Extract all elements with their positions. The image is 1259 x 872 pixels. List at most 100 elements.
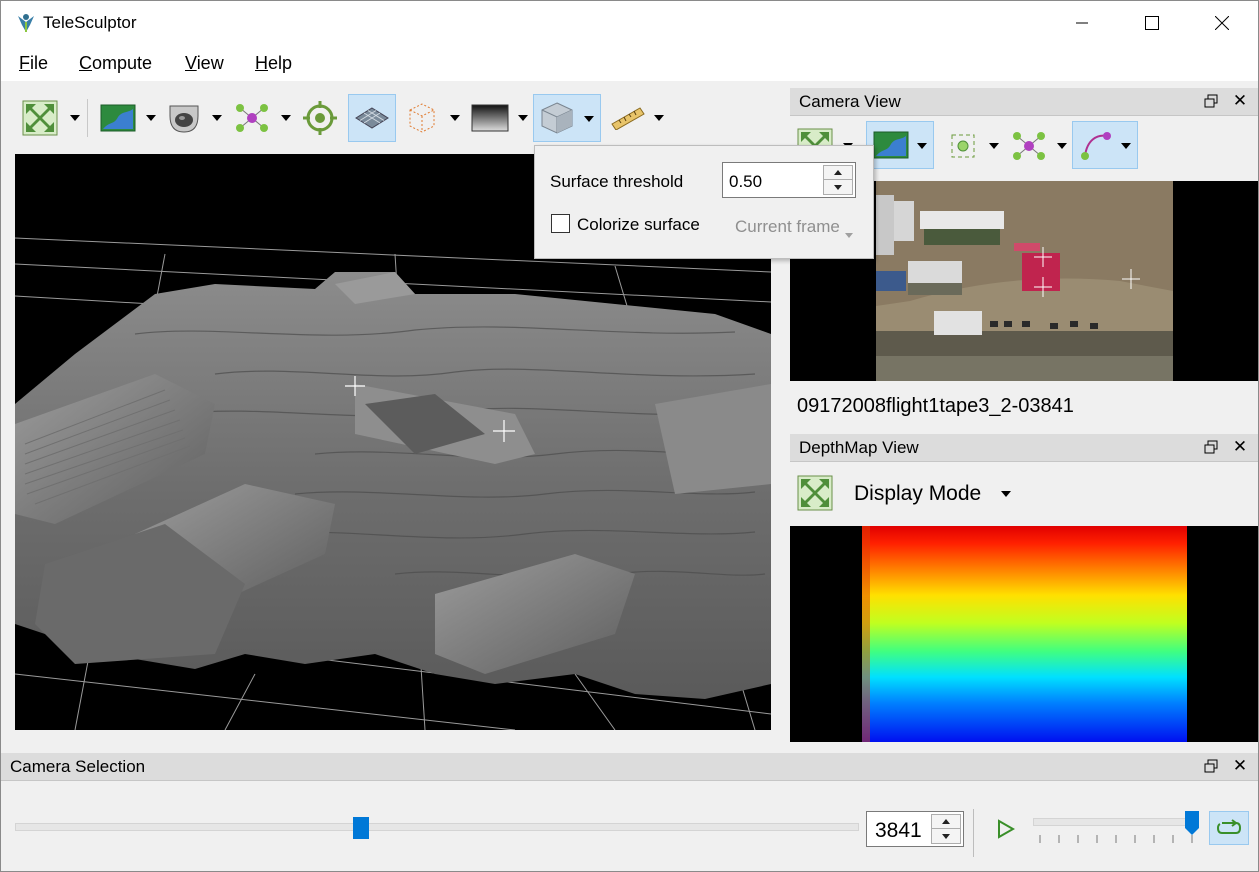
depthmap-view-title: DepthMap View (799, 438, 919, 457)
menu-compute[interactable]: Compute (79, 53, 152, 74)
colorize-surface-checkbox[interactable] (551, 214, 570, 233)
colorize-surface-label[interactable]: Colorize surface (577, 215, 700, 235)
chevron-down-icon (212, 115, 222, 121)
tracked-points-dropdown[interactable] (988, 139, 1000, 153)
chevron-down-icon (942, 833, 950, 839)
close-dock-button[interactable]: ✕ (1232, 757, 1248, 775)
surface-options-popup: Surface threshold 0.50 Colorize surface … (534, 145, 874, 259)
float-dock-icon[interactable] (1204, 440, 1218, 454)
toolbar-separator (973, 809, 974, 857)
depthmap-reset-view-button[interactable] (792, 470, 838, 516)
region-of-interest-button[interactable] (399, 95, 445, 141)
frame-number-spinbox[interactable]: 3841 (866, 811, 964, 847)
close-dock-button[interactable]: ✕ (1232, 92, 1248, 110)
frame-spin-buttons[interactable] (931, 814, 961, 844)
close-window-button[interactable] (1187, 1, 1257, 45)
camera-image-button[interactable] (95, 95, 141, 141)
camera-frustum-icon (169, 105, 199, 133)
feature-points-button[interactable] (229, 95, 275, 141)
color-source-select[interactable]: Current frame (735, 217, 840, 237)
surface-mesh-icon (541, 102, 573, 134)
measure-button[interactable] (605, 95, 651, 141)
chevron-down-icon (518, 115, 528, 121)
play-icon (998, 819, 1015, 839)
menu-help[interactable]: Help (255, 53, 292, 74)
camera-feature-points-button[interactable] (1006, 123, 1052, 169)
chevron-down-icon (989, 143, 999, 149)
region-of-interest-dropdown[interactable] (449, 111, 461, 125)
threshold-spin-buttons[interactable] (823, 165, 853, 195)
chevron-down-icon (584, 116, 594, 122)
title-bar: TeleSculptor (1, 1, 1258, 45)
play-button[interactable] (993, 815, 1019, 843)
camera-view-title: Camera View (799, 92, 901, 111)
minimize-icon (1076, 22, 1088, 24)
loop-playback-button[interactable] (1209, 811, 1249, 845)
surface-threshold-label: Surface threshold (550, 172, 684, 191)
float-dock-icon[interactable] (1204, 94, 1218, 108)
surface-threshold-value: 0.50 (729, 172, 763, 191)
chevron-down-icon (834, 184, 842, 190)
feature-points-dropdown[interactable] (280, 111, 292, 125)
measuring-ruler-icon (611, 107, 645, 130)
depth-map-button[interactable] (467, 95, 513, 141)
ground-control-target-icon (303, 101, 337, 135)
chevron-down-icon (1121, 143, 1131, 149)
residuals-toggle[interactable] (1072, 121, 1138, 169)
world-view-toolbar (15, 93, 785, 147)
display-mode-menu[interactable]: Display Mode (854, 482, 981, 506)
ground-control-points-button[interactable] (297, 95, 343, 141)
increment-button[interactable] (824, 166, 852, 180)
maximize-icon (1145, 16, 1159, 30)
camera-feature-points-dropdown[interactable] (1056, 139, 1068, 153)
chevron-up-icon (834, 170, 842, 175)
camera-image-icon (100, 104, 136, 132)
frame-slider-track[interactable] (15, 823, 859, 831)
depthmap-view-dock-title: DepthMap View ✕ (790, 434, 1258, 462)
camera-frustum-dropdown[interactable] (211, 111, 223, 125)
menu-file[interactable]: File (19, 53, 48, 74)
float-dock-icon[interactable] (1204, 759, 1218, 773)
depth-map-icon (471, 104, 509, 132)
chevron-down-icon (450, 115, 460, 121)
playback-speed-handle[interactable] (1184, 810, 1200, 836)
camera-image-toggle[interactable] (866, 121, 934, 169)
camera-image-icon (873, 131, 909, 159)
reset-view-button[interactable] (17, 95, 63, 141)
depthmap-view-toolbar: Display Mode (790, 465, 1258, 521)
camera-selection-title: Camera Selection (10, 757, 146, 776)
frame-slider-handle[interactable] (353, 817, 370, 839)
app-logo-icon (18, 14, 34, 32)
tracked-points-button[interactable] (940, 123, 986, 169)
depth-map-render (862, 526, 1187, 742)
tracked-points-icon (951, 134, 975, 158)
reset-view-dropdown[interactable] (69, 111, 81, 125)
close-dock-button[interactable]: ✕ (1232, 438, 1248, 456)
surface-threshold-spinbox[interactable]: 0.50 (722, 162, 856, 198)
residuals-icon (1081, 132, 1111, 160)
decrement-button[interactable] (932, 829, 960, 843)
measure-dropdown[interactable] (653, 111, 665, 125)
decrement-button[interactable] (824, 180, 852, 194)
minimize-button[interactable] (1047, 1, 1117, 45)
increment-button[interactable] (932, 815, 960, 829)
chevron-down-icon (281, 115, 291, 121)
depth-map-dropdown[interactable] (517, 111, 529, 125)
ground-plane-grid-icon (355, 107, 389, 129)
camera-frustum-button[interactable] (161, 95, 207, 141)
ground-plane-button[interactable] (348, 94, 396, 142)
reset-view-icon (22, 100, 58, 136)
playback-speed-slider[interactable] (1033, 818, 1199, 826)
camera-view-dock-title: Camera View ✕ (790, 88, 1258, 116)
speed-slider-ticks (1039, 835, 1193, 843)
chevron-down-icon (654, 115, 664, 121)
camera-image-dropdown[interactable] (145, 111, 157, 125)
telesculptor-window: TeleSculptor File Compute View Help Came… (0, 0, 1259, 872)
surface-mesh-button[interactable] (533, 94, 601, 142)
menu-view[interactable]: View (185, 53, 224, 74)
camera-selection-dock-title: Camera Selection ✕ (1, 753, 1258, 781)
menu-bar: File Compute View Help (1, 45, 1258, 81)
depth-map-image[interactable] (790, 526, 1258, 742)
maximize-button[interactable] (1117, 1, 1187, 45)
chevron-down-icon (917, 143, 927, 149)
